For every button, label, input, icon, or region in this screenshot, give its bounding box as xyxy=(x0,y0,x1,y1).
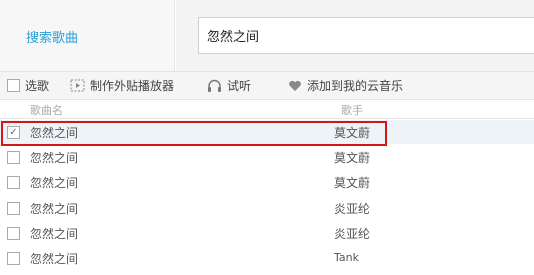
add-cloud-label: 添加到我的云音乐 xyxy=(307,79,404,93)
row-checkbox[interactable]: ✓ xyxy=(7,126,20,139)
search-box[interactable] xyxy=(198,17,534,54)
song-title[interactable]: 忽然之间 xyxy=(30,250,78,267)
row-checkbox[interactable] xyxy=(7,176,20,189)
table-header: 歌曲名 歌手 xyxy=(0,100,534,119)
headphones-icon xyxy=(207,79,222,93)
song-title[interactable]: 忽然之间 xyxy=(30,124,78,141)
listen-button[interactable]: 试听 xyxy=(207,72,251,99)
table-row[interactable]: 忽然之间 莫文蔚 xyxy=(0,145,534,169)
song-title[interactable]: 忽然之间 xyxy=(30,225,78,242)
table-row[interactable]: 忽然之间 莫文蔚 xyxy=(0,170,534,194)
row-checkbox[interactable] xyxy=(7,202,20,215)
add-cloud-button[interactable]: 添加到我的云音乐 xyxy=(288,72,403,99)
column-song[interactable]: 歌曲名 xyxy=(30,102,63,118)
artist-name[interactable]: Tank xyxy=(334,251,359,264)
search-area xyxy=(176,0,534,71)
listen-label: 试听 xyxy=(227,79,252,93)
artist-name[interactable]: 炎亚纶 xyxy=(334,200,370,217)
make-player-button[interactable]: 制作外贴播放器 xyxy=(70,72,174,99)
select-all-button[interactable]: 选歌 xyxy=(7,72,49,99)
heart-icon xyxy=(288,80,302,92)
artist-name[interactable]: 莫文蔚 xyxy=(334,174,370,191)
song-title[interactable]: 忽然之间 xyxy=(30,149,78,166)
table-row[interactable]: 忽然之间 炎亚纶 xyxy=(0,221,534,245)
left-nav: 搜索歌曲 xyxy=(0,0,175,71)
table-row[interactable]: 忽然之间 炎亚纶 xyxy=(0,196,534,220)
toolbar: 选歌 制作外贴播放器 试听 添加到我的云音乐 xyxy=(0,71,534,100)
checkbox-icon[interactable] xyxy=(7,79,20,92)
row-checkbox[interactable] xyxy=(7,151,20,164)
search-input[interactable] xyxy=(199,18,534,53)
row-checkbox[interactable] xyxy=(7,252,20,265)
song-title[interactable]: 忽然之间 xyxy=(30,200,78,217)
select-all-label: 选歌 xyxy=(25,79,50,93)
search-songs-link[interactable]: 搜索歌曲 xyxy=(26,27,78,46)
row-checkbox[interactable] xyxy=(7,227,20,240)
table-row[interactable]: 忽然之间 Tank xyxy=(0,246,534,270)
table-row[interactable]: ✓ 忽然之间 莫文蔚 xyxy=(0,120,534,144)
make-player-label: 制作外贴播放器 xyxy=(90,79,175,93)
player-embed-icon xyxy=(70,79,85,92)
artist-name[interactable]: 莫文蔚 xyxy=(334,149,370,166)
artist-name[interactable]: 炎亚纶 xyxy=(334,225,370,242)
column-artist[interactable]: 歌手 xyxy=(341,102,363,118)
song-title[interactable]: 忽然之间 xyxy=(30,174,78,191)
artist-name[interactable]: 莫文蔚 xyxy=(334,124,370,141)
